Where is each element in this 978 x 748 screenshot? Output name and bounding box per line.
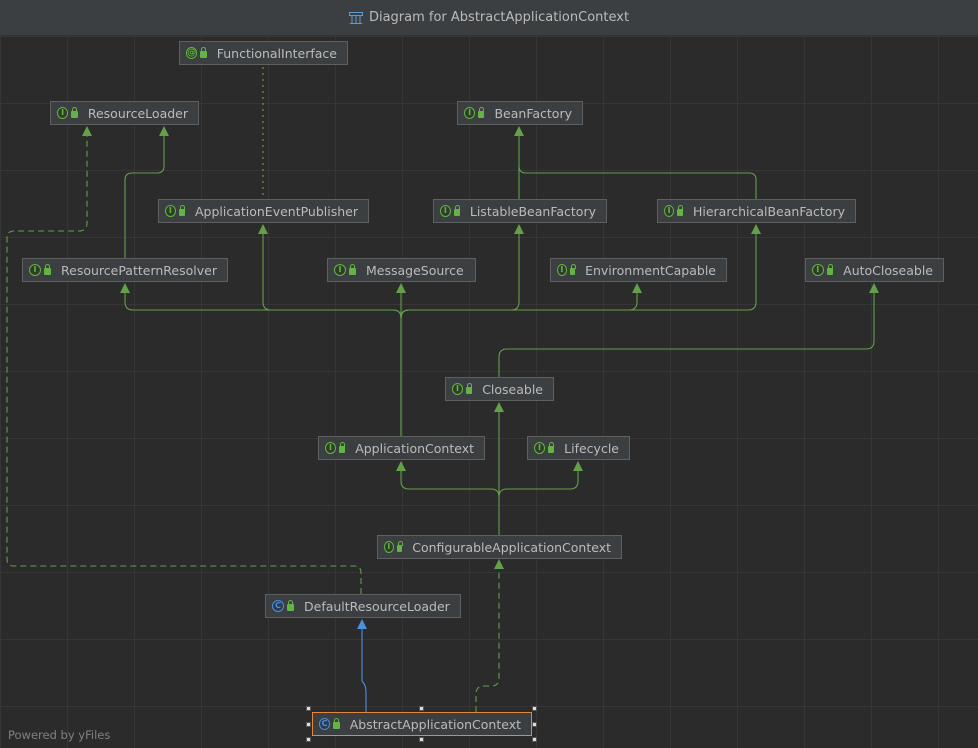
node-label: Closeable: [482, 381, 543, 397]
selection-handle[interactable]: [532, 722, 537, 727]
node-label: ResourceLoader: [87, 105, 188, 121]
public-lock-icon: [178, 205, 185, 216]
interface-icon: I: [812, 264, 824, 276]
interface-icon: I: [325, 442, 336, 454]
interface-icon: I: [464, 107, 476, 119]
edge-cac-to-ac: [396, 461, 500, 498]
edge-rpr-to-resourceloader: [124, 126, 169, 258]
edge-hbf-to-beanfactory: [518, 165, 757, 199]
selection-handle[interactable]: [532, 737, 537, 742]
node-closeable[interactable]: I Closeable: [445, 377, 554, 401]
interface-icon: I: [534, 442, 545, 454]
node-label: ResourcePatternResolver: [61, 262, 217, 278]
edge-closeable-to-autocloseable: [498, 283, 879, 377]
interface-icon: I: [57, 107, 69, 119]
node-label: HierarchicalBeanFactory: [692, 203, 845, 219]
public-lock-icon: [453, 205, 460, 216]
node-label: ApplicationContext: [355, 440, 474, 456]
public-lock-icon: [200, 47, 207, 58]
interface-icon: I: [29, 264, 41, 276]
node-hierarchical-bean-factory[interactable]: I HierarchicalBeanFactory: [657, 199, 856, 223]
edge-ac-trunk: [400, 309, 410, 436]
node-label: AbstractApplicationContext: [349, 716, 521, 732]
powered-by-text: Powered by yFiles: [8, 728, 111, 742]
public-lock-icon: [677, 205, 683, 216]
node-application-event-publisher[interactable]: I ApplicationEventPublisher: [158, 199, 369, 223]
node-auto-closeable[interactable]: I AutoCloseable: [805, 258, 944, 282]
public-lock-icon: [826, 264, 834, 275]
interface-icon: I: [165, 205, 176, 217]
selection-handle[interactable]: [306, 722, 311, 727]
public-lock-icon: [338, 442, 346, 453]
interface-icon: I: [440, 205, 451, 217]
node-bean-factory[interactable]: I BeanFactory: [457, 101, 583, 125]
selection-handle[interactable]: [419, 706, 424, 711]
public-lock-icon: [349, 264, 356, 275]
public-lock-icon: [569, 264, 577, 275]
selection-handle[interactable]: [306, 706, 311, 711]
interface-icon: I: [334, 264, 346, 276]
node-label: ListableBeanFactory: [469, 203, 596, 219]
node-label: EnvironmentCapable: [585, 262, 716, 278]
node-label: Lifecycle: [564, 440, 619, 456]
node-label: ApplicationEventPublisher: [194, 203, 358, 219]
node-label: AutoCloseable: [843, 262, 933, 278]
node-application-context[interactable]: I ApplicationContext: [318, 436, 485, 460]
node-listable-bean-factory[interactable]: I ListableBeanFactory: [433, 199, 607, 223]
node-label: DefaultResourceLoader: [304, 598, 450, 614]
public-lock-icon: [396, 541, 404, 552]
public-lock-icon: [333, 718, 340, 729]
node-label: BeanFactory: [494, 105, 572, 121]
public-lock-icon: [44, 264, 51, 275]
public-lock-icon: [478, 107, 485, 118]
node-configurable-application-context[interactable]: I ConfigurableApplicationContext: [377, 535, 622, 559]
interface-icon: I: [557, 264, 567, 276]
node-lifecycle[interactable]: I Lifecycle: [527, 436, 630, 460]
node-label: ConfigurableApplicationContext: [412, 539, 611, 555]
node-message-source[interactable]: I MessageSource: [327, 258, 476, 282]
interface-icon: I: [384, 541, 394, 553]
public-lock-icon: [287, 600, 294, 611]
node-functional-interface[interactable]: @ FunctionalInterface: [179, 41, 348, 65]
node-resource-loader[interactable]: I ResourceLoader: [50, 101, 199, 125]
interface-icon: I: [452, 383, 463, 395]
node-label: MessageSource: [366, 262, 464, 278]
edge-aac-to-drl: [357, 619, 367, 712]
public-lock-icon: [547, 442, 555, 453]
node-label: FunctionalInterface: [216, 45, 337, 61]
selection-handle[interactable]: [306, 737, 311, 742]
public-lock-icon: [465, 383, 473, 394]
interface-icon: I: [664, 205, 675, 217]
node-environment-capable[interactable]: I EnvironmentCapable: [550, 258, 727, 282]
edge-aac-to-cac: [475, 559, 504, 712]
node-default-resource-loader[interactable]: C DefaultResourceLoader: [265, 594, 461, 618]
abstract-class-icon: C: [319, 718, 331, 730]
selection-handle[interactable]: [419, 737, 424, 742]
edge-cac-to-lifecycle: [498, 461, 583, 498]
public-lock-icon: [71, 107, 78, 118]
node-resource-pattern-resolver[interactable]: I ResourcePatternResolver: [22, 258, 228, 282]
class-icon: C: [272, 600, 284, 612]
edge-drl-to-resourceloader: [6, 126, 362, 594]
selection-handle[interactable]: [532, 706, 537, 711]
annotation-icon: @: [186, 47, 198, 59]
node-abstract-application-context[interactable]: C AbstractApplicationContext: [312, 712, 532, 736]
